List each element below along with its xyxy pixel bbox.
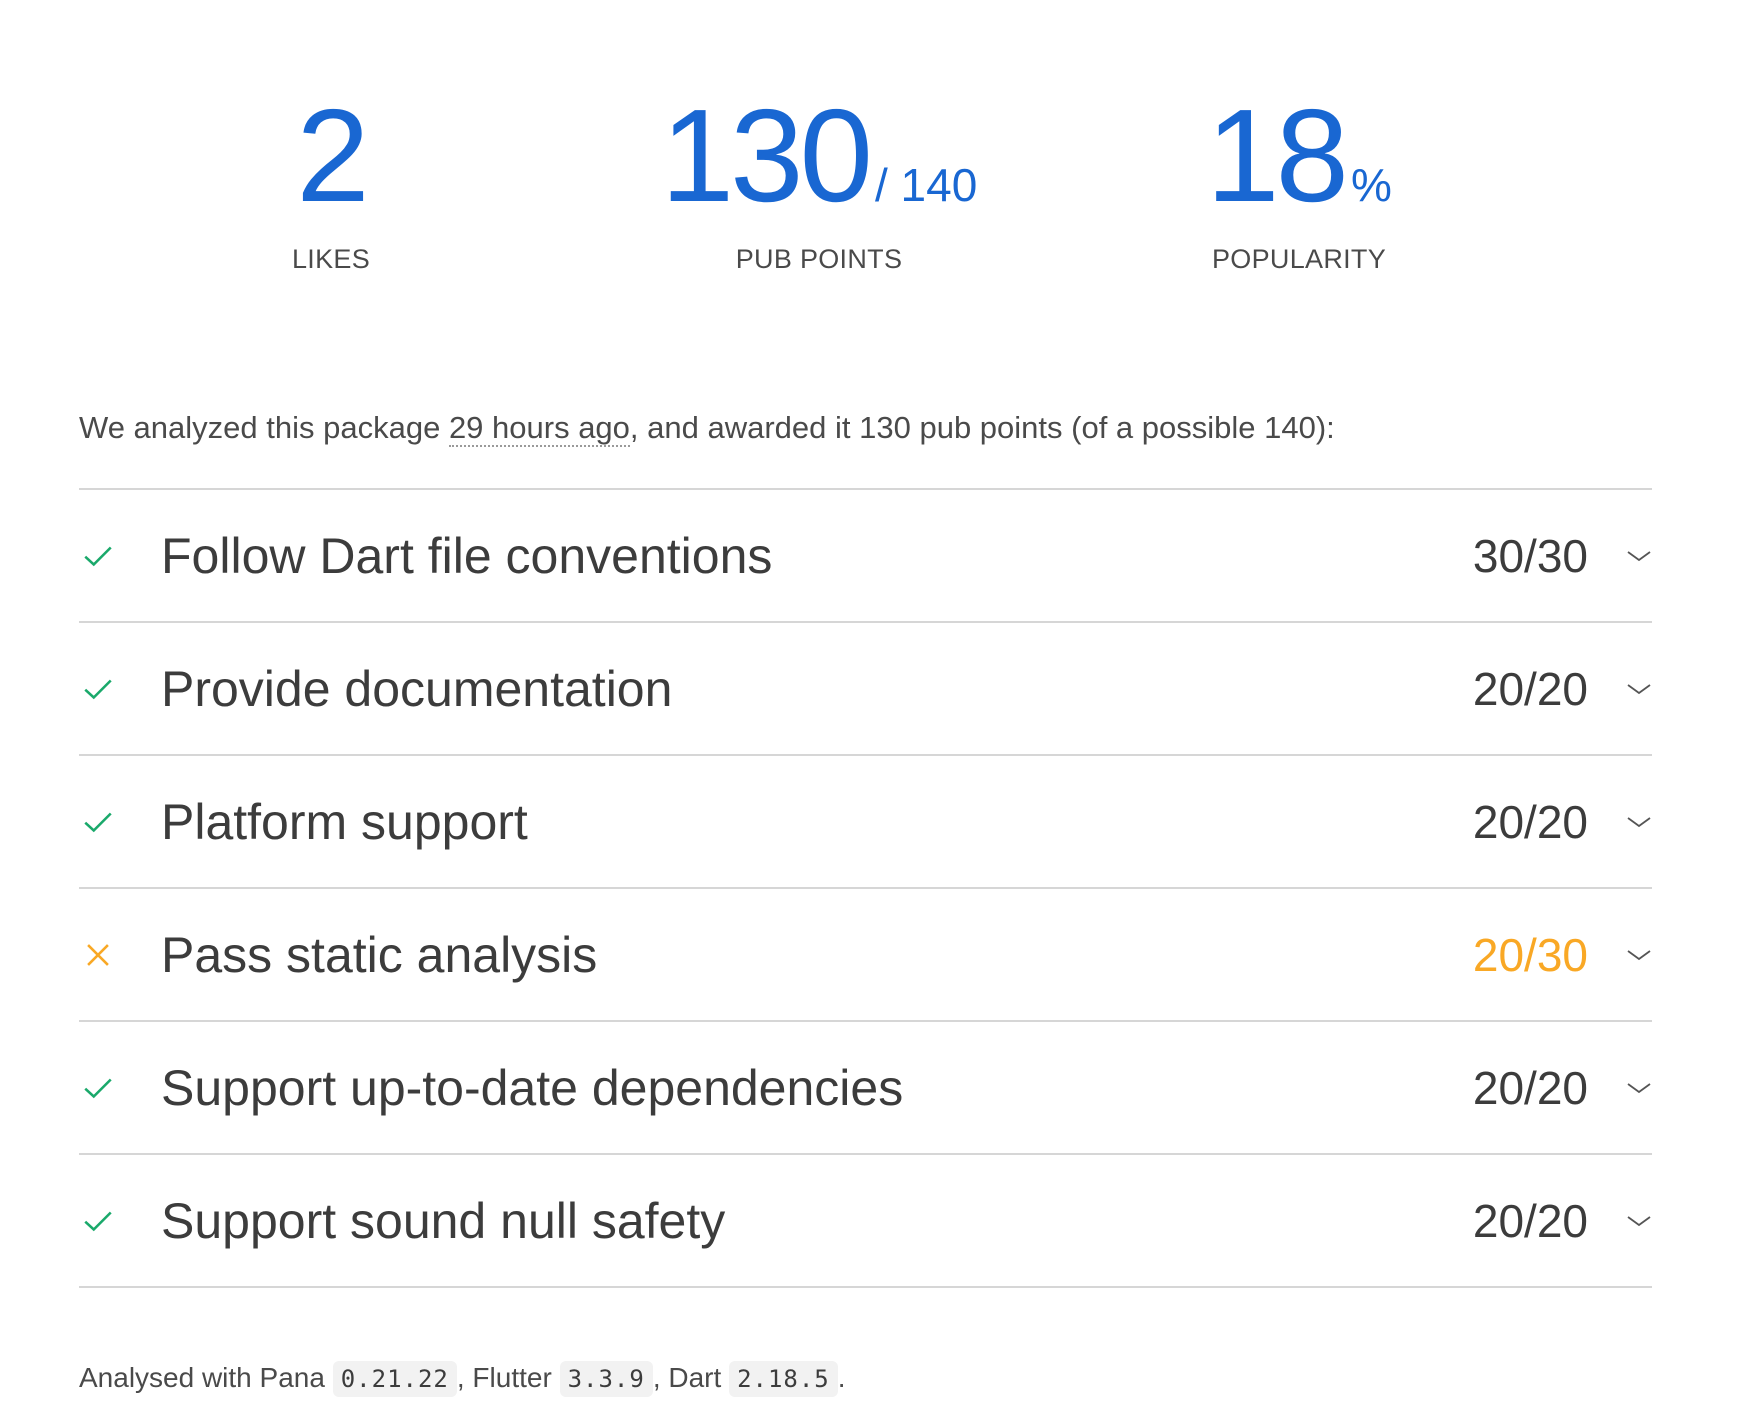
footer-prefix: Analysed with Pana xyxy=(79,1362,333,1393)
chevron-down-icon[interactable] xyxy=(1626,548,1652,564)
section-title: Support sound null safety xyxy=(161,1192,726,1249)
pub-points-value: 130 xyxy=(660,82,873,229)
check-icon xyxy=(84,812,112,832)
section-title: Platform support xyxy=(161,793,528,850)
popularity-value: 18 xyxy=(1206,82,1349,229)
chevron-down-icon[interactable] xyxy=(1626,947,1652,963)
report-section-documentation[interactable]: Provide documentation 20/20 xyxy=(79,623,1652,756)
pub-points-max: / 140 xyxy=(874,159,978,211)
section-title: Follow Dart file conventions xyxy=(161,527,773,584)
section-score: 20/20 xyxy=(1472,662,1588,715)
flutter-label: , Flutter xyxy=(456,1362,560,1393)
chevron-down-icon[interactable] xyxy=(1626,1213,1652,1229)
pub-points-score: 130/ 140 PUB POINTS xyxy=(661,90,978,275)
section-score: 20/20 xyxy=(1472,795,1588,848)
section-score: 30/30 xyxy=(1472,529,1588,582)
report-sections: Follow Dart file conventions 30/30 Provi… xyxy=(79,488,1652,1288)
check-icon xyxy=(84,1211,112,1231)
analysis-footer: Analysed with Pana 0.21.22, Flutter 3.3.… xyxy=(79,1361,846,1397)
summary-suffix: , and awarded it 130 pub points (of a po… xyxy=(629,410,1335,445)
report-section-file-conventions[interactable]: Follow Dart file conventions 30/30 xyxy=(79,490,1652,623)
likes-count: 2 xyxy=(296,82,369,229)
section-title: Provide documentation xyxy=(161,660,673,717)
dart-version: 2.18.5 xyxy=(729,1361,838,1397)
check-icon xyxy=(84,1078,112,1098)
summary-prefix: We analyzed this package xyxy=(79,410,449,445)
section-title: Support up-to-date dependencies xyxy=(161,1059,904,1116)
chevron-down-icon[interactable] xyxy=(1626,681,1652,697)
pub-points-label: PUB POINTS xyxy=(735,244,903,274)
flutter-version: 3.3.9 xyxy=(559,1361,653,1397)
score-header: 2 LIKES 130/ 140 PUB POINTS 18% POPULARI… xyxy=(79,0,1652,300)
likes-label: LIKES xyxy=(291,244,371,274)
popularity-label: POPULARITY xyxy=(1211,244,1387,274)
check-icon xyxy=(84,546,112,566)
likes-score: 2 LIKES xyxy=(292,90,370,275)
section-score: 20/30 xyxy=(1472,928,1588,981)
chevron-down-icon[interactable] xyxy=(1626,814,1652,830)
popularity-percent-sign: % xyxy=(1350,159,1392,211)
report-section-static-analysis[interactable]: Pass static analysis 20/30 xyxy=(79,889,1652,1022)
cross-icon xyxy=(87,943,109,966)
analysis-time-ago[interactable]: 29 hours ago xyxy=(448,410,630,447)
section-title: Pass static analysis xyxy=(161,926,598,983)
popularity-score: 18% POPULARITY xyxy=(1206,90,1392,275)
section-score: 20/20 xyxy=(1472,1194,1588,1247)
report-section-null-safety[interactable]: Support sound null safety 20/20 xyxy=(79,1155,1652,1288)
package-scores-page: 2 LIKES 130/ 140 PUB POINTS 18% POPULARI… xyxy=(79,0,1652,1397)
analysis-summary: We analyzed this package 29 hours ago, a… xyxy=(79,410,1335,447)
report-section-platform-support[interactable]: Platform support 20/20 xyxy=(79,756,1652,889)
chevron-down-icon[interactable] xyxy=(1626,1080,1652,1096)
report-section-dependencies[interactable]: Support up-to-date dependencies 20/20 xyxy=(79,1022,1652,1155)
check-icon xyxy=(84,679,112,699)
dart-label: , Dart xyxy=(652,1362,730,1393)
section-score: 20/20 xyxy=(1472,1061,1588,1114)
footer-end: . xyxy=(837,1362,846,1393)
pana-version: 0.21.22 xyxy=(332,1361,457,1397)
